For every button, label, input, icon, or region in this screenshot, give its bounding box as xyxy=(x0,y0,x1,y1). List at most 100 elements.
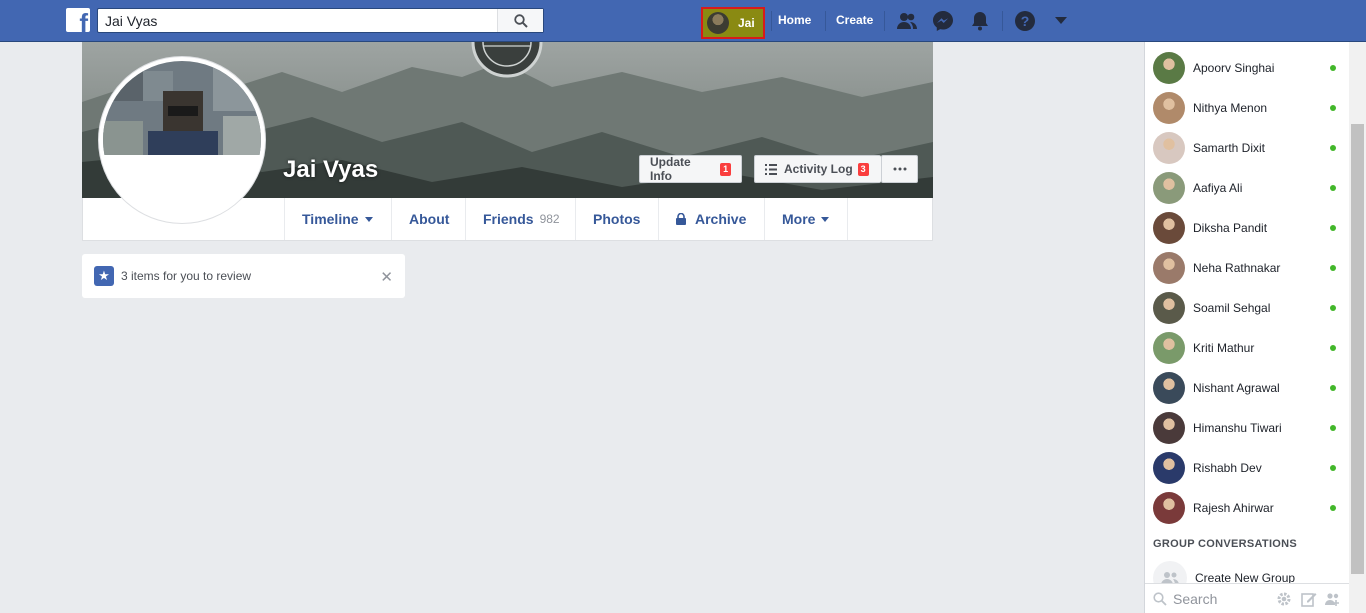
chevron-down-icon xyxy=(364,216,373,222)
chat-contact[interactable]: Aafiya Ali xyxy=(1145,168,1350,208)
list-icon xyxy=(765,163,777,175)
chat-contact-name: Aafiya Ali xyxy=(1193,181,1243,195)
online-status-dot xyxy=(1330,305,1336,311)
divider xyxy=(825,11,826,31)
compose-icon[interactable] xyxy=(1301,591,1317,607)
tab-archive[interactable]: Archive xyxy=(658,198,764,240)
search-icon xyxy=(513,13,528,28)
tab-friends-label: Friends xyxy=(483,211,534,227)
online-status-dot xyxy=(1330,65,1336,71)
update-info-button[interactable]: Update Info 1 xyxy=(639,155,742,183)
chat-search-bar xyxy=(1145,583,1350,613)
online-status-dot xyxy=(1330,465,1336,471)
search-input[interactable] xyxy=(98,9,498,32)
online-status-dot xyxy=(1330,505,1336,511)
profile-name: Jai Vyas xyxy=(283,156,379,183)
scrollbar[interactable] xyxy=(1349,42,1366,613)
avatar xyxy=(1153,252,1185,284)
profile-picture[interactable] xyxy=(98,56,266,224)
online-status-dot xyxy=(1330,145,1336,151)
new-group-icon[interactable] xyxy=(1325,591,1341,607)
search-icon xyxy=(1153,591,1167,606)
chat-sidebar: Apoorv Singhai Nithya Menon Samarth Dixit A… xyxy=(1144,42,1350,613)
star-icon: ★ xyxy=(94,266,114,286)
chevron-down-icon xyxy=(821,216,830,222)
avatar xyxy=(1153,292,1185,324)
chat-contact[interactable]: Kriti Mathur xyxy=(1145,328,1350,368)
create-link[interactable]: Create xyxy=(836,13,873,27)
tab-about[interactable]: About xyxy=(391,198,465,240)
friend-requests-icon[interactable] xyxy=(896,10,918,32)
search-button[interactable] xyxy=(497,9,543,32)
chat-search-input[interactable] xyxy=(1173,590,1273,607)
activity-log-button[interactable]: Activity Log 3 xyxy=(754,155,881,183)
online-status-dot xyxy=(1330,265,1336,271)
notifications-bell-icon[interactable] xyxy=(969,10,991,32)
chat-contact-name: Samarth Dixit xyxy=(1193,141,1266,155)
chat-contact[interactable]: Himanshu Tiwari xyxy=(1145,408,1350,448)
chat-contact[interactable]: Rishabh Dev xyxy=(1145,448,1350,488)
help-icon[interactable]: ? xyxy=(1014,10,1036,32)
close-icon[interactable]: ✕ xyxy=(380,268,393,286)
gear-icon[interactable] xyxy=(1276,591,1292,607)
online-status-dot xyxy=(1330,185,1336,191)
chat-contact[interactable]: Apoorv Singhai xyxy=(1145,48,1350,88)
avatar xyxy=(707,12,729,34)
chat-contact-name: Rishabh Dev xyxy=(1193,461,1262,475)
avatar xyxy=(1153,452,1185,484)
account-menu-chevron-down-icon[interactable] xyxy=(1050,10,1072,32)
divider xyxy=(1002,11,1003,31)
review-notice[interactable]: ★ 3 items for you to review ✕ xyxy=(82,254,405,298)
tab-photos-label: Photos xyxy=(593,211,641,227)
chat-contact[interactable]: Nishant Agrawal xyxy=(1145,368,1350,408)
tab-more-label: More xyxy=(782,211,816,227)
scrollbar-thumb[interactable] xyxy=(1351,124,1364,574)
chat-contact-name: Nithya Menon xyxy=(1193,101,1268,115)
chat-contact-name: Rajesh Ahirwar xyxy=(1193,501,1274,515)
chat-contact[interactable]: Neha Rathnakar xyxy=(1145,248,1350,288)
nav-profile-name: Jai xyxy=(738,16,755,30)
update-info-label: Update Info xyxy=(650,155,691,183)
chat-contact[interactable]: Nithya Menon xyxy=(1145,88,1350,128)
avatar xyxy=(1153,332,1185,364)
avatar xyxy=(1153,372,1185,404)
chat-contact-name: Apoorv Singhai xyxy=(1193,61,1275,75)
avatar xyxy=(1153,412,1185,444)
ellipsis-icon xyxy=(893,167,906,171)
tab-timeline[interactable]: Timeline xyxy=(284,198,391,240)
nav-profile-button[interactable]: Jai xyxy=(701,7,765,39)
online-status-dot xyxy=(1330,345,1336,351)
tab-friends[interactable]: Friends 982 xyxy=(465,198,575,240)
tab-timeline-label: Timeline xyxy=(302,211,359,227)
tab-photos[interactable]: Photos xyxy=(575,198,658,240)
online-status-dot xyxy=(1330,105,1336,111)
online-status-dot xyxy=(1330,425,1336,431)
chat-contact[interactable]: Rajesh Ahirwar xyxy=(1145,488,1350,528)
avatar xyxy=(1153,172,1185,204)
tab-more[interactable]: More xyxy=(764,198,848,240)
chat-contact-name: Diksha Pandit xyxy=(1193,221,1268,235)
messenger-icon[interactable] xyxy=(932,10,954,32)
chat-contact-name: Himanshu Tiwari xyxy=(1193,421,1282,435)
home-link[interactable]: Home xyxy=(778,13,811,27)
group-conversations-title: GROUP CONVERSATIONS xyxy=(1153,538,1298,550)
friends-count: 982 xyxy=(539,212,560,226)
avatar xyxy=(1153,212,1185,244)
tab-about-label: About xyxy=(409,211,450,227)
more-options-button[interactable] xyxy=(881,155,918,183)
avatar xyxy=(1153,52,1185,84)
chat-contact[interactable]: Diksha Pandit xyxy=(1145,208,1350,248)
chat-contact-name: Kriti Mathur xyxy=(1193,341,1255,355)
avatar xyxy=(1153,492,1185,524)
top-bar: f Jai Home Create ? xyxy=(0,0,1366,42)
svg-text:?: ? xyxy=(1021,13,1030,29)
divider xyxy=(884,11,885,31)
chat-contact-name: Nishant Agrawal xyxy=(1193,381,1280,395)
chat-contact[interactable]: Soamil Sehgal xyxy=(1145,288,1350,328)
activity-log-label: Activity Log xyxy=(784,162,853,176)
avatar xyxy=(1153,92,1185,124)
facebook-logo-icon[interactable]: f xyxy=(66,8,90,32)
update-info-badge: 1 xyxy=(720,162,731,176)
review-text: 3 items for you to review xyxy=(121,269,252,283)
chat-contact[interactable]: Samarth Dixit xyxy=(1145,128,1350,168)
